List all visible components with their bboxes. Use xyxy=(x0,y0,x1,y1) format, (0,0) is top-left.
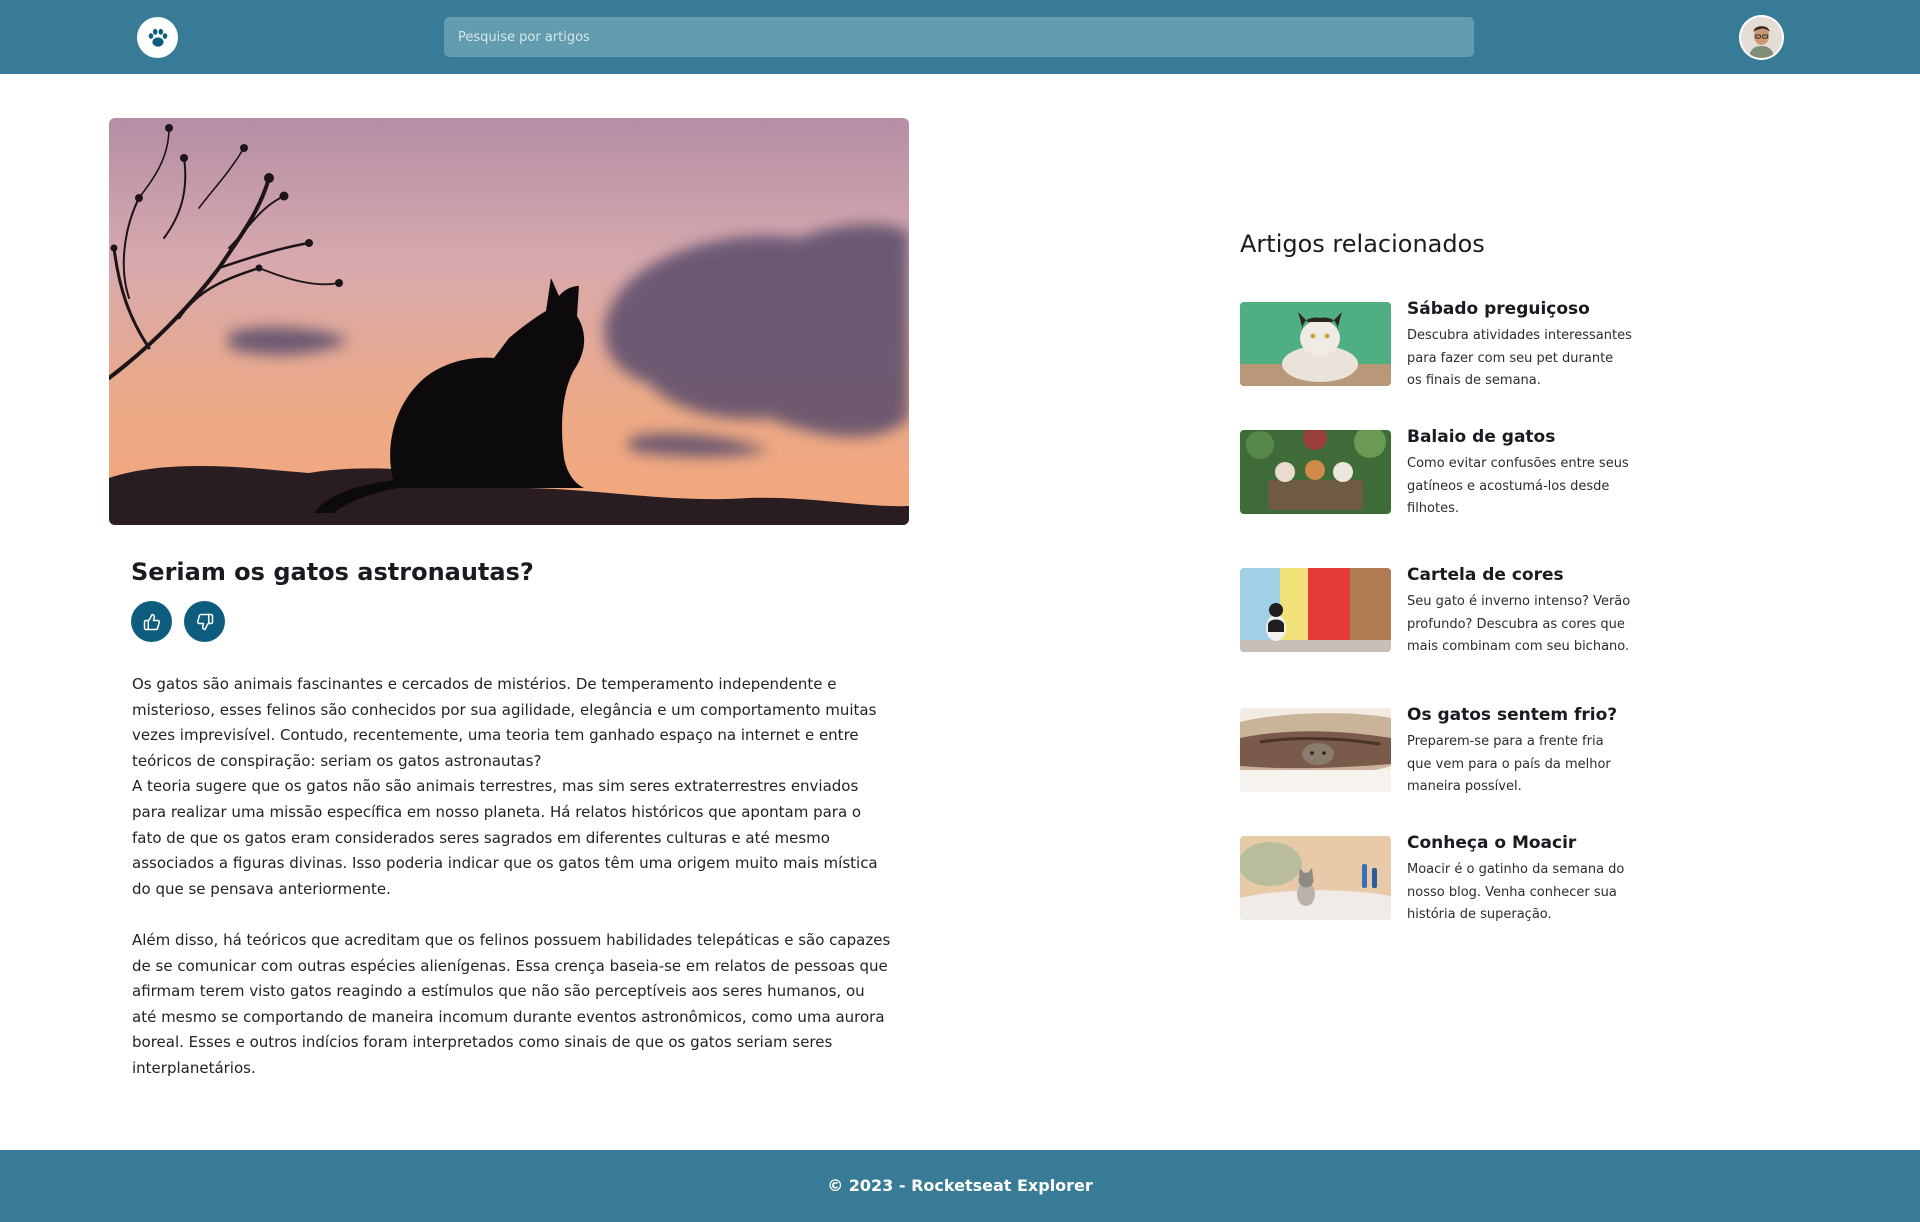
article-paragraph: Os gatos são animais fascinantes e cerca… xyxy=(132,675,877,770)
hero-image xyxy=(109,118,909,525)
like-button[interactable] xyxy=(131,601,172,642)
article-paragraph: A teoria sugere que os gatos não são ani… xyxy=(132,777,878,898)
footer-copyright: © 2023 - Rocketseat Explorer xyxy=(827,1176,1093,1195)
related-article-title: Sábado preguiçoso xyxy=(1407,299,1590,319)
related-articles-heading: Artigos relacionados xyxy=(1240,230,1485,258)
related-article-thumbnail xyxy=(1240,708,1391,792)
search-input[interactable] xyxy=(444,17,1474,57)
top-navbar xyxy=(0,0,1920,74)
thumbs-up-icon xyxy=(143,613,160,630)
article-body: Os gatos são animais fascinantes e cerca… xyxy=(132,672,892,1082)
related-article-thumbnail xyxy=(1240,836,1391,920)
paw-logo-icon[interactable] xyxy=(137,17,178,58)
related-article-title: Os gatos sentem frio? xyxy=(1407,705,1618,725)
article-paragraph: Além disso, há teóricos que acreditam qu… xyxy=(132,930,891,1077)
related-article-description: Moacir é o gatinho da semana do nosso bl… xyxy=(1407,862,1625,922)
related-article-thumbnail xyxy=(1240,302,1391,386)
related-article-description: Descubra atividades interessantes para f… xyxy=(1407,328,1632,388)
related-article-thumbnail xyxy=(1240,568,1391,652)
user-avatar[interactable] xyxy=(1741,17,1782,58)
related-article-description: Seu gato é inverno intenso? Verão profun… xyxy=(1407,594,1631,654)
dislike-button[interactable] xyxy=(184,601,225,642)
article-title: Seriam os gatos astronautas? xyxy=(131,558,534,586)
page-footer: © 2023 - Rocketseat Explorer xyxy=(0,1150,1920,1222)
thumbs-down-icon xyxy=(196,613,213,630)
related-article-description: Preparem-se para a frente fria que vem p… xyxy=(1407,734,1611,794)
related-article-title: Balaio de gatos xyxy=(1407,427,1556,447)
related-article-title: Cartela de cores xyxy=(1407,565,1564,585)
related-article-title: Conheça o Moacir xyxy=(1407,833,1577,853)
related-article-thumbnail xyxy=(1240,430,1391,514)
related-article-description: Como evitar confusões entre seus gatíneo… xyxy=(1407,456,1629,516)
